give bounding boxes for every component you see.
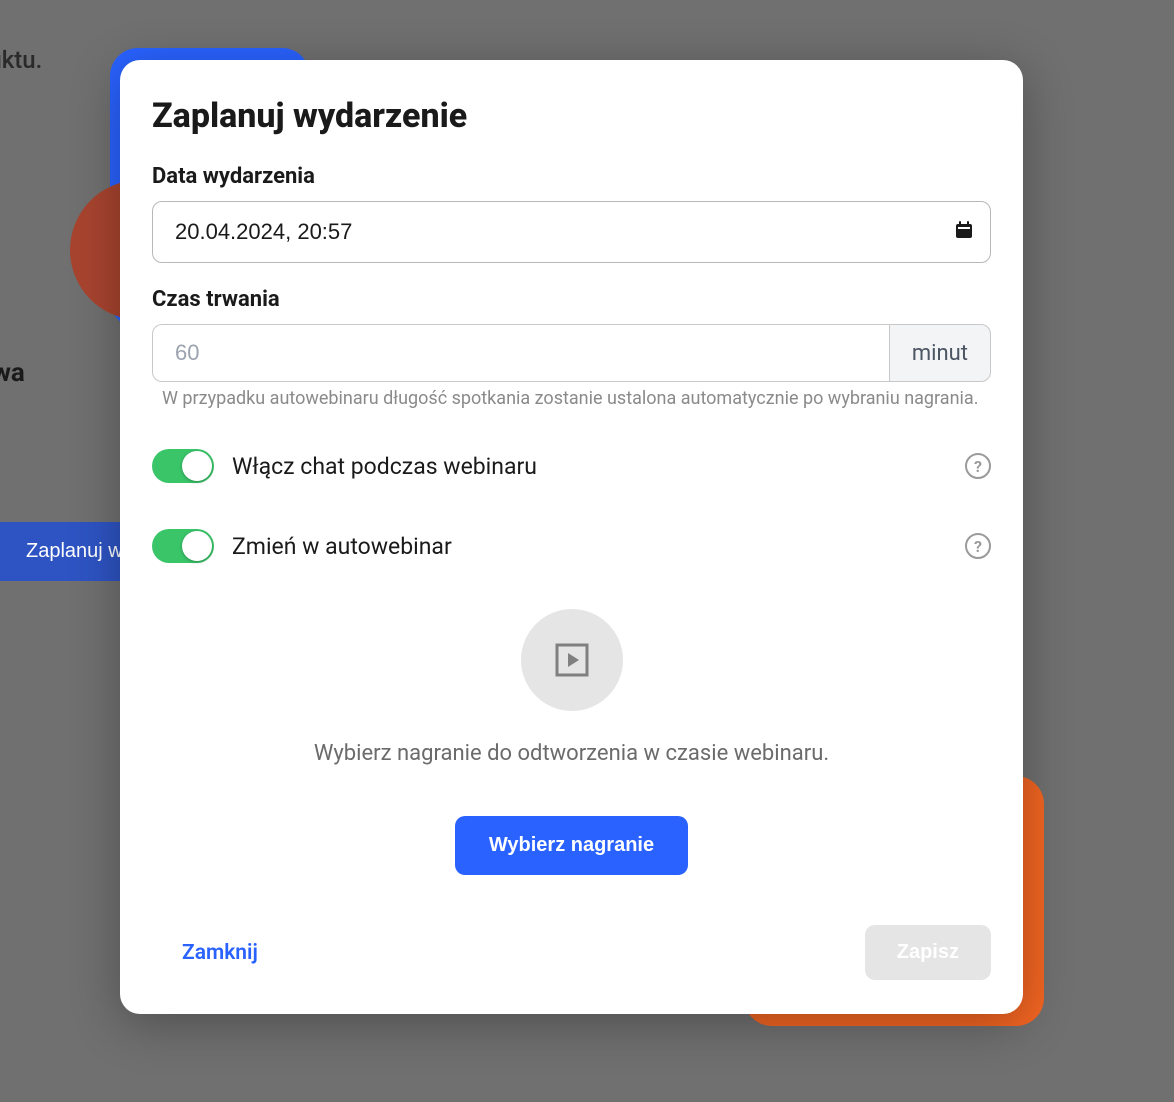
modal-title: Zaplanuj wydarzenie: [152, 96, 991, 136]
chat-help-icon[interactable]: ?: [965, 453, 991, 479]
bg-product-text: o produktu.: [0, 46, 42, 74]
autowebinar-help-icon[interactable]: ?: [965, 533, 991, 559]
duration-input[interactable]: [152, 324, 889, 382]
date-input[interactable]: [152, 201, 991, 263]
chat-toggle[interactable]: [152, 449, 214, 483]
duration-suffix: minut: [889, 324, 991, 382]
duration-hint: W przypadku autowebinaru długość spotkan…: [152, 388, 991, 409]
bg-heading: zaplanowa: [0, 358, 25, 388]
autowebinar-toggle[interactable]: [152, 529, 214, 563]
date-label: Data wydarzenia: [152, 164, 991, 189]
play-icon: [521, 609, 623, 711]
schedule-event-modal: Zaplanuj wydarzenie Data wydarzenia Czas…: [120, 60, 1023, 1014]
recording-prompt: Wybierz nagranie do odtworzenia w czasie…: [152, 741, 991, 766]
close-button[interactable]: Zamknij: [152, 941, 258, 965]
chat-toggle-label: Włącz chat podczas webinaru: [232, 453, 965, 480]
select-recording-button[interactable]: Wybierz nagranie: [455, 816, 688, 875]
duration-label: Czas trwania: [152, 287, 991, 312]
save-button[interactable]: Zapisz: [865, 925, 991, 980]
autowebinar-toggle-label: Zmień w autowebinar: [232, 533, 965, 560]
